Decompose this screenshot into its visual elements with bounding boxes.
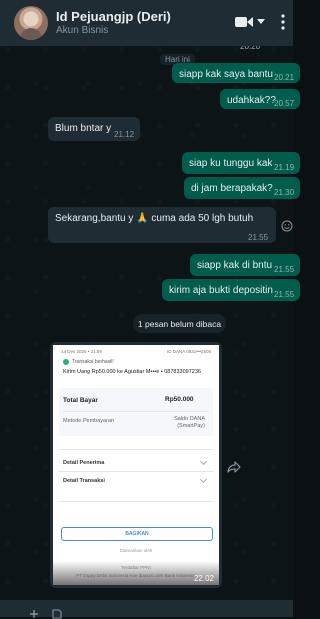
- divider: [63, 411, 209, 412]
- payment-method-label: Metode Pembayaran: [63, 418, 115, 424]
- image-message[interactable]: 14 Des 2025 • 21:59 ID DANA 0831•••2505 …: [50, 342, 222, 588]
- recipient-detail-section: Detail Penerima: [63, 460, 105, 466]
- message-time: 22.02: [193, 574, 214, 583]
- divider: [59, 501, 213, 502]
- message-bubble-incoming[interactable]: Blum bntar y 21.12: [48, 117, 140, 141]
- message-text: di jam berapakak?: [191, 183, 273, 194]
- secured-by-label: Diamankan oleh: [119, 548, 153, 553]
- message-time: 21.12: [114, 130, 135, 139]
- message-text: Blum bntar y: [55, 123, 112, 134]
- message-text: siapp kak di bntu: [197, 260, 273, 271]
- video-call-icon[interactable]: [235, 15, 253, 29]
- message-text: Sekarang,bantu y 🙏 cuma ada 50 lgh butuh: [55, 213, 254, 224]
- success-check-icon: [63, 359, 69, 365]
- message-bubble-outgoing[interactable]: siapp kak di bntu 21.55: [190, 254, 300, 276]
- message-time: 20.21: [274, 73, 295, 82]
- sticker-icon[interactable]: [52, 609, 62, 619]
- message-time: 21.19: [274, 163, 295, 172]
- message-bubble-outgoing[interactable]: di jam berapakak? 21.30: [184, 177, 300, 199]
- receipt-datetime: 14 Des 2025 • 21:59: [61, 349, 102, 354]
- total-value: Rp50.000: [165, 396, 194, 403]
- message-bubble-outgoing[interactable]: siap ku tunggu kak 21.19: [182, 152, 300, 174]
- chevron-down-icon[interactable]: [257, 19, 265, 25]
- receipt-status: Transaksi berhasil!: [72, 359, 114, 365]
- share-button: BAGIKAN: [61, 527, 213, 541]
- message-bubble-outgoing[interactable]: kirim aja bukti depositin 21.55: [162, 279, 300, 301]
- unread-messages-divider: 1 pesan belum dibaca: [133, 314, 226, 333]
- forward-icon[interactable]: [227, 461, 241, 473]
- message-bubble-outgoing[interactable]: udahkak?? 20.57: [220, 89, 300, 109]
- emoji-reaction-icon[interactable]: [281, 220, 293, 232]
- message-time: 20.57: [274, 99, 295, 108]
- message-time: 21.55: [274, 290, 295, 299]
- message-time: 21.55: [274, 265, 295, 274]
- message-time: 21.30: [274, 188, 295, 197]
- message-composer[interactable]: [0, 600, 293, 617]
- receipt-image[interactable]: 14 Des 2025 • 21:59 ID DANA 0831•••2505 …: [53, 345, 219, 585]
- message-text: siap ku tunggu kak: [189, 158, 273, 169]
- message-text: siapp kak saya bantu: [179, 69, 273, 80]
- chat-header[interactable]: Id Pejuangjp (Deri) Akun Bisnis: [0, 0, 293, 46]
- divider: [59, 449, 213, 450]
- transaction-detail-section: Detail Transaksi: [63, 478, 105, 484]
- message-text: kirim aja bukti depositin: [169, 285, 273, 296]
- message-text: udahkak??: [227, 95, 276, 106]
- receipt-transfer-detail: Kirim Uang Rp50.000 ke Agustiar M•••e • …: [63, 369, 201, 375]
- message-bubble-incoming[interactable]: Sekarang,bantu y 🙏 cuma ada 50 lgh butuh…: [48, 207, 276, 243]
- message-time: 21.55: [248, 233, 269, 242]
- more-options-icon[interactable]: [281, 13, 285, 31]
- payment-method-value: Saldo DANA (SmartPay): [174, 416, 205, 429]
- contact-name[interactable]: Id Pejuangjp (Deri): [56, 9, 171, 24]
- message-bubble-outgoing[interactable]: siapp kak saya bantu 20.21: [172, 63, 300, 83]
- divider: [59, 471, 213, 472]
- total-label: Total Bayar: [63, 397, 98, 404]
- chevron-down-icon: [199, 457, 208, 466]
- chevron-down-icon: [199, 475, 208, 484]
- business-account-label: Akun Bisnis: [56, 25, 109, 36]
- contact-avatar[interactable]: [14, 6, 48, 40]
- receipt-id: ID DANA 0831•••2505: [166, 349, 211, 354]
